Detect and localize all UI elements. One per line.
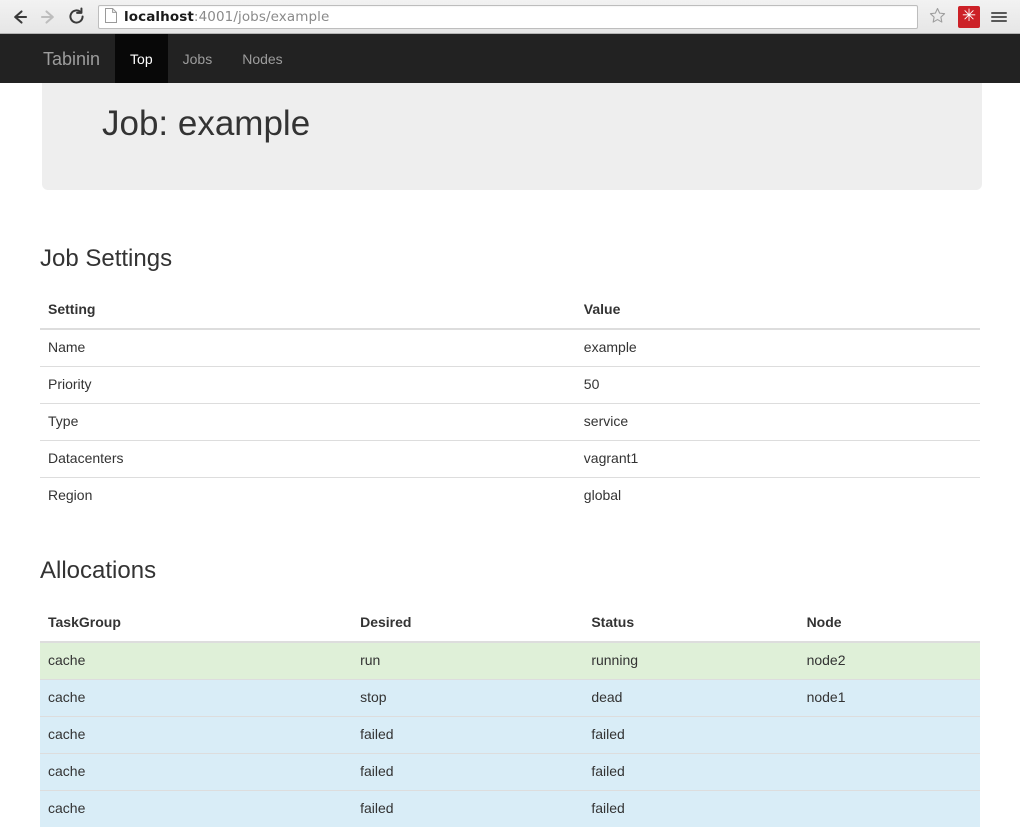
cell-desired: failed — [352, 752, 584, 791]
url-host: localhost — [124, 8, 194, 25]
bookmark-button[interactable] — [924, 4, 950, 30]
cell-node — [798, 789, 980, 827]
cell-setting: Datacenters — [40, 440, 576, 478]
allocations-title: Allocations — [40, 557, 157, 585]
cell-taskgroup: cache — [40, 752, 353, 791]
cell-taskgroup: cache — [40, 715, 353, 754]
cell-setting: Priority — [40, 366, 576, 404]
allocations-table: TaskGroup Desired Status Node cache run … — [40, 604, 980, 827]
cell-desired: failed — [352, 789, 584, 827]
job-settings-table: Setting Value Name example Priority 50 T… — [40, 292, 980, 515]
nav-link-jobs[interactable]: Jobs — [168, 34, 228, 83]
table-row: cache failed failed — [40, 752, 980, 791]
cell-status: failed — [583, 715, 799, 754]
reload-button[interactable] — [62, 3, 90, 31]
job-settings-title: Job Settings — [40, 245, 173, 272]
page-hero: Job: example — [42, 83, 982, 190]
column-header-setting: Setting — [40, 292, 576, 331]
url-path: :4001/jobs/example — [193, 8, 330, 25]
cell-desired: failed — [352, 715, 584, 754]
cell-setting: Name — [40, 328, 576, 367]
browser-toolbar: localhost:4001/jobs/example ✳ — [0, 0, 1020, 34]
cell-desired: run — [352, 641, 584, 680]
back-button[interactable] — [6, 3, 34, 31]
cell-setting: Type — [40, 403, 576, 441]
column-header-status: Status — [583, 604, 799, 643]
cell-taskgroup: cache — [40, 678, 353, 717]
allocations-table-body: cache run running node2 cache stop dead … — [40, 641, 980, 827]
nav-item-top[interactable]: Top — [115, 34, 168, 83]
nav-link-top[interactable]: Top — [115, 34, 168, 83]
table-row: Datacenters vagrant1 — [40, 440, 980, 478]
cell-value: 50 — [575, 366, 980, 404]
column-header-value: Value — [575, 292, 980, 331]
column-header-taskgroup: TaskGroup — [40, 604, 353, 643]
column-header-desired: Desired — [352, 604, 584, 643]
cell-node: node2 — [798, 641, 980, 680]
nav-item-nodes[interactable]: Nodes — [227, 34, 297, 83]
forward-button — [34, 3, 62, 31]
cell-node — [798, 752, 980, 791]
table-header-row: TaskGroup Desired Status Node — [40, 604, 980, 643]
cell-taskgroup: cache — [40, 641, 353, 680]
allocations-section: Allocations TaskGroup Desired Status Nod… — [40, 514, 980, 827]
page-document-icon — [105, 7, 117, 26]
star-icon — [929, 7, 946, 27]
nav-item-jobs[interactable]: Jobs — [168, 34, 228, 83]
cell-node: node1 — [798, 678, 980, 717]
page-content: Job: example Job Settings Setting Value … — [0, 83, 1020, 836]
cell-value: service — [575, 403, 980, 441]
cell-value: vagrant1 — [575, 440, 980, 478]
column-header-node: Node — [798, 604, 980, 643]
table-row: Type service — [40, 403, 980, 441]
cell-taskgroup: cache — [40, 789, 353, 827]
table-row: cache run running node2 — [40, 641, 980, 680]
main-container: Job Settings Setting Value Name example … — [40, 190, 980, 827]
address-bar-text: localhost:4001/jobs/example — [124, 9, 329, 25]
browser-menu-button[interactable] — [988, 4, 1010, 30]
app-navbar: Tabinin Top Jobs Nodes — [0, 34, 1020, 83]
extension-asterisk-icon: ✳ — [961, 6, 977, 26]
allocations-table-head: TaskGroup Desired Status Node — [40, 604, 980, 643]
extension-button[interactable]: ✳ — [958, 5, 980, 28]
address-bar[interactable]: localhost:4001/jobs/example — [98, 4, 918, 29]
table-row: cache stop dead node1 — [40, 678, 980, 717]
cell-desired: stop — [352, 678, 584, 717]
page-title: Job: example — [102, 104, 311, 143]
table-row: Region global — [40, 477, 980, 515]
cell-setting: Region — [40, 477, 576, 515]
cell-status: running — [583, 641, 799, 680]
forward-arrow-icon — [39, 8, 57, 26]
cell-status: dead — [583, 678, 799, 717]
cell-status: failed — [583, 752, 799, 791]
navbar-links: Top Jobs Nodes — [115, 34, 298, 83]
reload-icon — [67, 7, 86, 26]
job-settings-table-body: Name example Priority 50 Type service Da… — [40, 328, 980, 515]
nav-link-nodes[interactable]: Nodes — [227, 34, 297, 83]
hamburger-menu-icon — [991, 10, 1007, 24]
job-settings-section: Job Settings Setting Value Name example … — [40, 190, 980, 515]
navbar-brand[interactable]: Tabinin — [28, 34, 115, 83]
job-settings-table-head: Setting Value — [40, 292, 980, 331]
cell-value: example — [575, 328, 980, 367]
table-row: cache failed failed — [40, 789, 980, 827]
table-row: Name example — [40, 328, 980, 367]
table-header-row: Setting Value — [40, 292, 980, 331]
back-arrow-icon — [11, 8, 29, 26]
cell-status: failed — [583, 789, 799, 827]
cell-node — [798, 715, 980, 754]
table-row: Priority 50 — [40, 366, 980, 404]
table-row: cache failed failed — [40, 715, 980, 754]
cell-value: global — [575, 477, 980, 515]
